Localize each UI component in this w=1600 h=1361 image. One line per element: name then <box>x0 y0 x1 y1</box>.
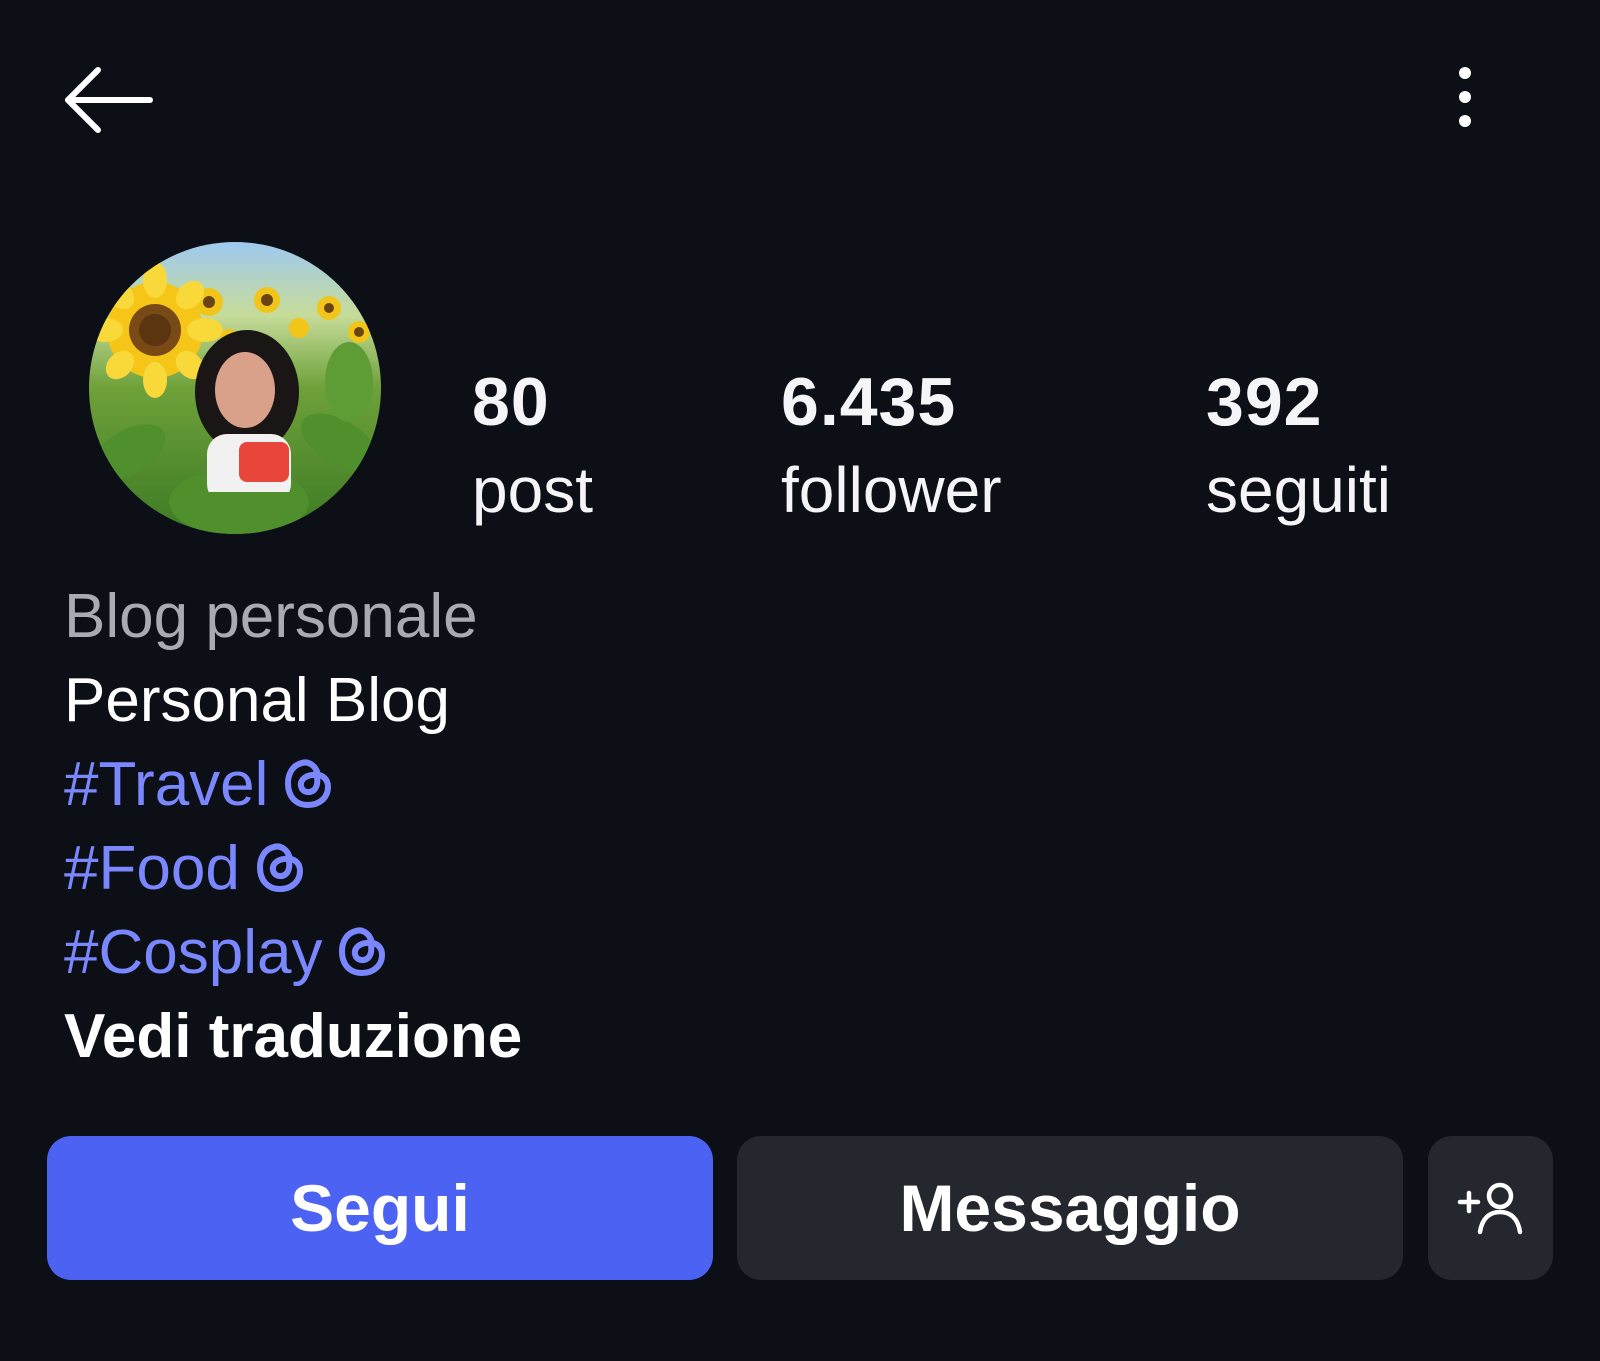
add-user-icon <box>1457 1182 1522 1235</box>
stat-posts-label: post <box>472 454 593 526</box>
add-user-button[interactable] <box>1428 1136 1553 1280</box>
bio-category: Blog personale <box>64 582 478 651</box>
bio-tag-label: #Travel <box>64 750 269 819</box>
bio-tag-travel[interactable]: #Travel <box>64 743 964 827</box>
bio-tag-cosplay[interactable]: #Cosplay <box>64 911 964 995</box>
message-button-label: Messaggio <box>899 1171 1241 1245</box>
threads-icon <box>256 843 303 893</box>
bio-tag-label: #Food <box>64 834 240 903</box>
threads-icon <box>339 927 386 977</box>
message-button[interactable]: Messaggio <box>737 1136 1403 1280</box>
stat-following-value: 392 <box>1206 364 1323 440</box>
stat-posts-value: 80 <box>472 364 550 440</box>
stat-followers[interactable]: 6.435 follower <box>781 360 1002 536</box>
more-options-button[interactable] <box>1440 60 1490 140</box>
follow-button-label: Segui <box>290 1171 470 1245</box>
follow-button[interactable]: Segui <box>47 1136 713 1280</box>
bio-tag-label: #Cosplay <box>64 918 323 987</box>
bio: Blog personale Personal Blog #Travel #Fo… <box>64 575 964 1079</box>
bio-text: Personal Blog <box>64 666 451 735</box>
profile-screen: 80 post 6.435 follower 392 seguiti Blog … <box>0 0 1600 1361</box>
bio-tag-food[interactable]: #Food <box>64 827 964 911</box>
stat-following[interactable]: 392 seguiti <box>1206 360 1391 536</box>
profile-photo <box>89 242 381 534</box>
stat-posts[interactable]: 80 post <box>472 360 593 536</box>
stat-followers-value: 6.435 <box>781 364 957 440</box>
more-vertical-icon <box>1459 67 1471 127</box>
stat-following-label: seguiti <box>1206 454 1391 526</box>
threads-icon <box>285 759 332 809</box>
arrow-left-icon <box>65 67 153 133</box>
stat-followers-label: follower <box>781 454 1002 526</box>
back-button[interactable] <box>58 60 162 144</box>
see-translation-link[interactable]: Vedi traduzione <box>64 995 964 1079</box>
avatar[interactable] <box>89 242 381 534</box>
